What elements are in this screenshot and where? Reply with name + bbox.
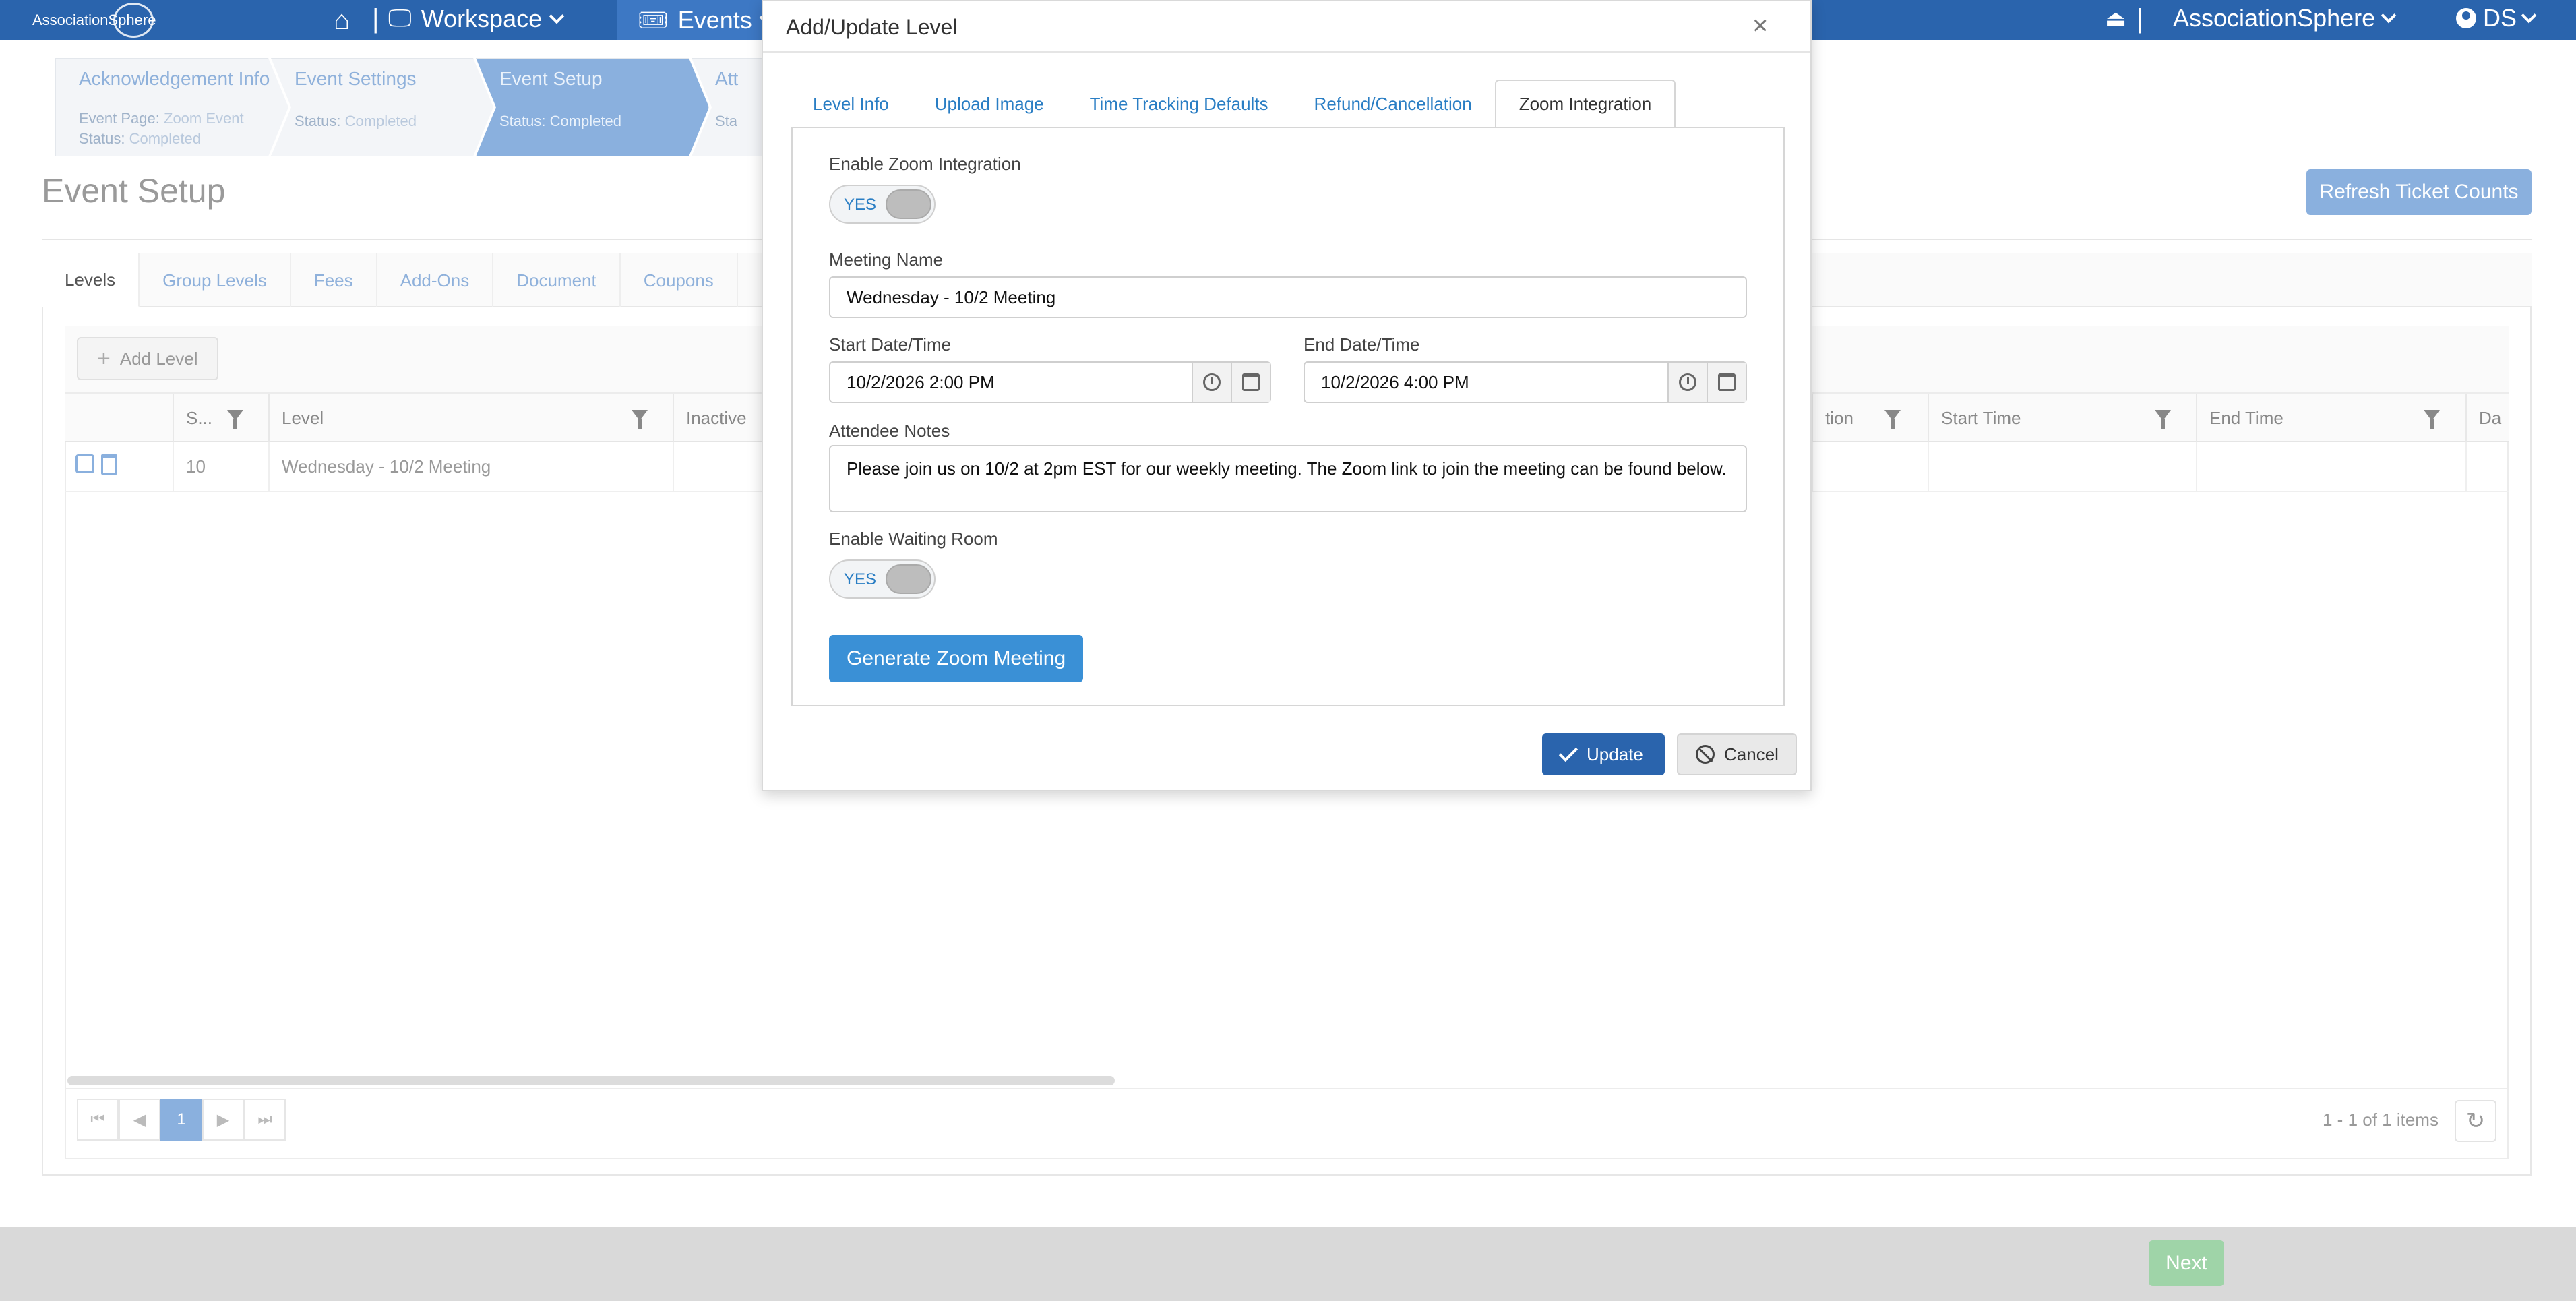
cancel-button[interactable]: Cancel bbox=[1677, 733, 1797, 775]
modal-header: Add/Update Level × bbox=[763, 1, 1810, 53]
end-datetime-pickers bbox=[1667, 363, 1746, 402]
close-icon[interactable]: × bbox=[1752, 11, 1768, 41]
attendee-notes-textarea[interactable]: Please join us on 10/2 at 2pm EST for ou… bbox=[829, 445, 1747, 512]
toggle-yes-label: YES bbox=[844, 570, 877, 588]
add-update-level-modal: Add/Update Level × Level Info Upload Ima… bbox=[762, 0, 1812, 791]
tab-level-info[interactable]: Level Info bbox=[790, 80, 912, 128]
modal-tabs: Level Info Upload Image Time Tracking De… bbox=[790, 80, 1676, 128]
meeting-name-label: Meeting Name bbox=[829, 249, 944, 270]
end-datetime-value: 10/2/2026 4:00 PM bbox=[1321, 371, 1469, 392]
tab-time-tracking-defaults[interactable]: Time Tracking Defaults bbox=[1067, 80, 1291, 128]
cancel-label: Cancel bbox=[1724, 744, 1779, 764]
generate-zoom-meeting-button[interactable]: Generate Zoom Meeting bbox=[829, 635, 1084, 682]
end-datetime-label: End Date/Time bbox=[1304, 334, 1420, 355]
check-icon bbox=[1558, 742, 1578, 762]
toggle-yes-label: YES bbox=[844, 195, 877, 214]
toggle-knob bbox=[886, 564, 931, 594]
enable-zoom-toggle[interactable]: YES bbox=[829, 185, 936, 224]
zoom-integration-panel bbox=[791, 127, 1785, 706]
clock-icon[interactable] bbox=[1192, 363, 1231, 402]
ban-icon bbox=[1696, 745, 1715, 764]
tab-upload-image[interactable]: Upload Image bbox=[912, 80, 1067, 128]
tab-refund-cancellation[interactable]: Refund/Cancellation bbox=[1291, 80, 1495, 128]
modal-title: Add/Update Level bbox=[786, 15, 958, 39]
calendar-icon[interactable] bbox=[1231, 363, 1270, 402]
start-datetime-label: Start Date/Time bbox=[829, 334, 952, 355]
end-datetime-input[interactable]: 10/2/2026 4:00 PM bbox=[1304, 361, 1747, 403]
attendee-notes-label: Attendee Notes bbox=[829, 421, 950, 441]
enable-zoom-label: Enable Zoom Integration bbox=[829, 154, 1021, 174]
calendar-icon[interactable] bbox=[1707, 363, 1746, 402]
toggle-knob bbox=[886, 189, 931, 219]
tab-zoom-integration[interactable]: Zoom Integration bbox=[1494, 80, 1676, 128]
clock-icon[interactable] bbox=[1667, 363, 1707, 402]
waiting-room-label: Enable Waiting Room bbox=[829, 528, 998, 549]
start-datetime-input[interactable]: 10/2/2026 2:00 PM bbox=[829, 361, 1271, 403]
start-datetime-value: 10/2/2026 2:00 PM bbox=[847, 371, 995, 392]
start-datetime-pickers bbox=[1192, 363, 1270, 402]
meeting-name-input[interactable]: Wednesday - 10/2 Meeting bbox=[829, 276, 1747, 318]
update-label: Update bbox=[1587, 744, 1643, 764]
waiting-room-toggle[interactable]: YES bbox=[829, 559, 936, 599]
update-button[interactable]: Update bbox=[1542, 733, 1665, 775]
